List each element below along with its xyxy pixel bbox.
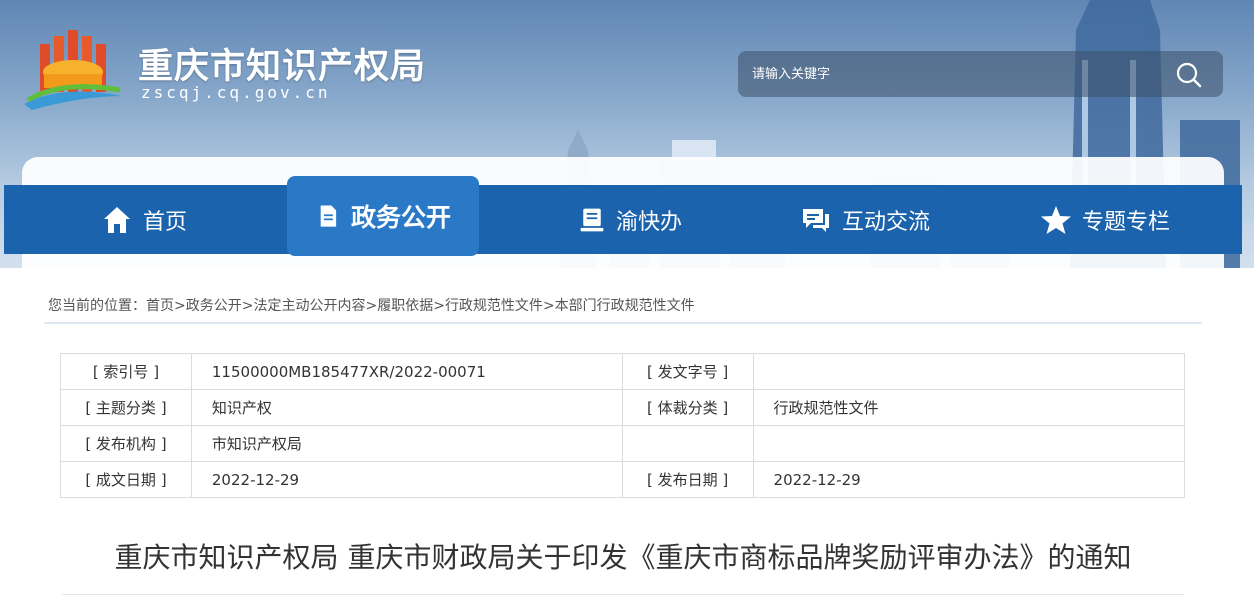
meta-value: 11500000MB185477XR/2022-00071 — [190, 353, 623, 390]
nav-item-label: 政务公开 — [350, 203, 451, 232]
meta-key: [ 主题分类 ] — [60, 389, 192, 426]
table-row: [ 成文日期 ] 2022-12-29 [ 发布日期 ] 2022-12-29 — [60, 461, 1186, 498]
nav-item-label: 专题专栏 — [1081, 209, 1170, 235]
breadcrumb-divider — [44, 322, 1202, 324]
site-logo[interactable] — [22, 30, 126, 110]
chat-icon — [802, 208, 829, 232]
document-title: 重庆市知识产权局 重庆市财政局关于印发《重庆市商标品牌奖励评审办法》的通知 — [114, 541, 1132, 574]
nav-item-interaction[interactable]: 互动交流 — [780, 185, 950, 254]
meta-key: [ 发布机构 ] — [60, 425, 192, 462]
home-icon — [103, 206, 130, 233]
meta-key: [ 发文字号 ] — [621, 353, 754, 390]
meta-key: [ 发布日期 ] — [621, 461, 754, 498]
meta-value: 2022-12-29 — [190, 461, 623, 498]
table-row: [ 主题分类 ] 知识产权 [ 体裁分类 ] 行政规范性文件 — [60, 389, 1186, 426]
search-box — [738, 51, 1223, 97]
breadcrumb-separator: > — [174, 298, 186, 314]
nav-item-label: 渝快办 — [615, 209, 682, 235]
meta-value: 行政规范性文件 — [752, 389, 1186, 426]
breadcrumb-prefix: 您当前的位置： — [48, 298, 146, 314]
title-divider — [62, 594, 1184, 595]
breadcrumb-link-statutory-disclosure[interactable]: 法定主动公开内容 — [253, 298, 365, 314]
breadcrumb-separator: > — [433, 298, 445, 314]
nav-item-yukuaiban[interactable]: 渝快办 — [540, 185, 720, 254]
table-row: [ 索引号 ] 11500000MB185477XR/2022-00071 [ … — [60, 353, 1186, 390]
breadcrumb-separator: > — [241, 298, 254, 314]
site-title[interactable]: 重庆市知识产权局 — [138, 38, 426, 89]
document-metadata-table: [ 索引号 ] 11500000MB185477XR/2022-00071 [ … — [60, 353, 1186, 498]
search-input[interactable] — [752, 63, 1152, 85]
site-domain: zscqj.cq.gov.cn — [141, 83, 331, 102]
nav-item-label: 互动交流 — [841, 209, 930, 235]
breadcrumb-link-department-documents[interactable]: 本部门行政规范性文件 — [555, 298, 695, 314]
meta-value: 知识产权 — [190, 389, 623, 426]
star-icon — [1040, 205, 1071, 234]
nav-item-government-affairs[interactable]: 政务公开 — [287, 176, 479, 256]
main-content: 您当前的位置：首页>政务公开>法定主动公开内容>履职依据>行政规范性文件>本部门… — [22, 268, 1224, 599]
breadcrumb-separator: > — [542, 298, 555, 314]
nav-item-home[interactable]: 首页 — [64, 185, 224, 254]
search-icon[interactable] — [1175, 61, 1203, 89]
meta-value — [752, 353, 1186, 390]
service-icon — [580, 208, 604, 231]
breadcrumb-link-government-affairs[interactable]: 政务公开 — [186, 298, 242, 314]
meta-value: 2022-12-29 — [752, 461, 1186, 498]
nav-item-label: 首页 — [142, 209, 187, 235]
meta-key — [621, 425, 754, 462]
table-row: [ 发布机构 ] 市知识产权局 — [60, 425, 1186, 462]
nav-item-special-topics[interactable]: 专题专栏 — [1020, 185, 1190, 254]
breadcrumb: 您当前的位置：首页>政务公开>法定主动公开内容>履职依据>行政规范性文件>本部门… — [48, 295, 695, 315]
breadcrumb-link-duty-basis[interactable]: 履职依据 — [377, 298, 433, 314]
meta-key: [ 索引号 ] — [60, 353, 192, 390]
breadcrumb-separator: > — [365, 298, 378, 314]
breadcrumb-link-home[interactable]: 首页 — [146, 298, 174, 314]
meta-value: 市知识产权局 — [190, 425, 623, 462]
document-icon — [320, 205, 337, 227]
breadcrumb-link-normative-documents[interactable]: 行政规范性文件 — [445, 298, 543, 314]
meta-key: [ 体裁分类 ] — [621, 389, 754, 426]
meta-key: [ 成文日期 ] — [60, 461, 192, 498]
meta-value — [752, 425, 1186, 462]
main-nav: 首页 政务公开 渝快办 互动交流 专题专栏 — [0, 176, 1254, 256]
